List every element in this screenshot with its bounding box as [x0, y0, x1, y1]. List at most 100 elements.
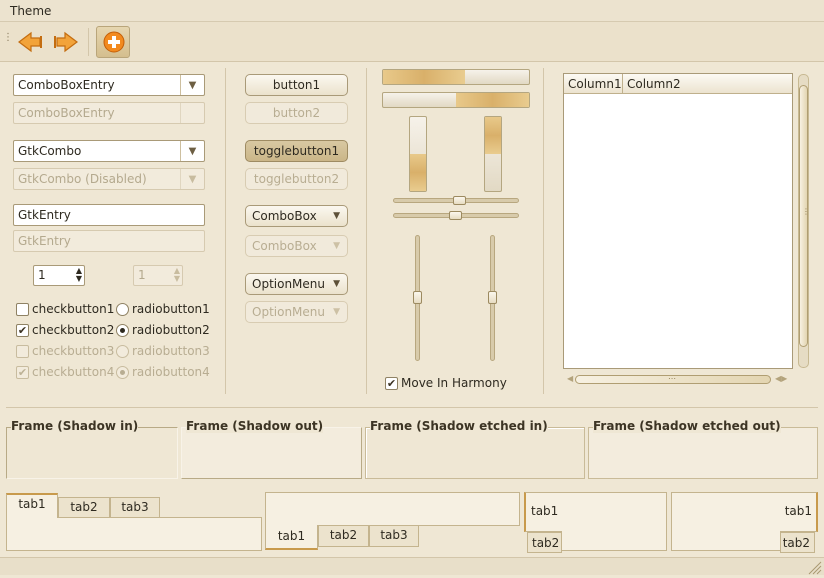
progressbar-h2	[382, 92, 530, 108]
notebook-top-tab1[interactable]: tab1	[6, 493, 58, 518]
togglebutton1[interactable]: togglebutton1	[245, 140, 348, 162]
chevron-down-icon[interactable]: ▼	[180, 75, 204, 95]
spinbutton-value: 1	[38, 268, 46, 282]
add-button[interactable]	[96, 26, 130, 58]
checkbutton2-label[interactable]: checkbutton2	[32, 323, 114, 337]
progressbar-v1	[409, 116, 427, 192]
progressbar-h2-fill	[456, 93, 529, 107]
menubar: Theme	[0, 0, 824, 22]
toolbar-grip-icon[interactable]: ⋮	[3, 33, 13, 46]
frame-shadow-etched-out-title: Frame (Shadow etched out)	[593, 419, 781, 433]
optionmenu-disabled: OptionMenu ▼	[245, 301, 348, 323]
notebook-bottom-tab3[interactable]: tab3	[369, 525, 419, 547]
checkbutton3-box	[16, 345, 29, 358]
menu-theme[interactable]: Theme	[10, 4, 51, 18]
button1[interactable]: button1	[245, 74, 348, 96]
forward-button[interactable]	[52, 28, 80, 56]
tree-view[interactable]: Column1 Column2	[563, 73, 793, 369]
radiobutton4-circle	[116, 366, 129, 379]
tree-vscroll-thumb[interactable]: ⋮	[799, 85, 810, 347]
checkbutton2-box[interactable]: ✔	[16, 324, 29, 337]
comboboxentry-text: ComboBoxEntry	[18, 78, 115, 92]
frame-shadow-etched-out	[588, 427, 818, 479]
harmony-checkbox[interactable]: ✔	[385, 377, 398, 390]
tree-hscrollbar[interactable]: ◀ ⋯ ◀▶	[563, 374, 793, 385]
notebook-bottom-tab2[interactable]: tab2	[318, 525, 369, 547]
notebook-left-tab1[interactable]: tab1	[524, 492, 562, 532]
radiobutton3-circle	[116, 345, 129, 358]
checkbutton1-label[interactable]: checkbutton1	[32, 302, 114, 316]
toolbar-separator	[88, 28, 89, 56]
frame-shadow-in-title: Frame (Shadow in)	[11, 419, 139, 433]
tree-column2-header[interactable]: Column2	[622, 74, 792, 94]
checkbutton4-box: ✔	[16, 366, 29, 379]
chevron-down-icon: ▼	[333, 241, 340, 251]
gtkentry-text: GtkEntry	[18, 208, 71, 222]
vscale1-slider[interactable]	[413, 291, 422, 304]
combobox-text: ComboBox	[252, 209, 317, 223]
chevron-down-icon[interactable]: ▼	[180, 141, 204, 161]
combobox-disabled-text: ComboBox	[252, 239, 317, 253]
gtkentry[interactable]: GtkEntry	[13, 204, 205, 226]
progressbar-h1	[382, 69, 530, 85]
spinbutton[interactable]: 1 ▲ ▼	[33, 265, 85, 286]
add-icon	[103, 31, 125, 53]
arrow-right-icon	[54, 31, 78, 53]
chevron-down-icon: ▼	[333, 307, 340, 317]
comboboxentry[interactable]: ComboBoxEntry ▼	[13, 74, 205, 96]
notebook-right-tab2[interactable]: tab2	[780, 532, 815, 553]
gtkentry-disabled: GtkEntry	[13, 230, 205, 252]
notebook-top-tab3[interactable]: tab3	[110, 497, 160, 518]
optionmenu-text: OptionMenu	[252, 277, 325, 291]
resize-grip-icon[interactable]	[806, 559, 822, 575]
notebook-bottom-tab1[interactable]: tab1	[265, 525, 318, 550]
progressbar-v1-fill	[410, 154, 426, 191]
chevron-down-icon: ▼	[333, 279, 340, 289]
back-button[interactable]	[16, 28, 44, 56]
tree-vscrollbar[interactable]: ⋮	[798, 74, 810, 368]
vscale2-slider[interactable]	[488, 291, 497, 304]
harmony-label[interactable]: Move In Harmony	[401, 376, 507, 390]
progressbar-h1-fill	[383, 70, 465, 84]
optionmenu[interactable]: OptionMenu ▼	[245, 273, 348, 295]
radiobutton2-circle[interactable]	[116, 324, 129, 337]
column-separator	[225, 68, 226, 394]
frame-shadow-etched-in-title: Frame (Shadow etched in)	[370, 419, 548, 433]
comboboxentry-disabled: ComboBoxEntry	[13, 102, 205, 124]
spin-arrows-icon: ▲ ▼	[173, 266, 180, 283]
radiobutton1-label[interactable]: radiobutton1	[132, 302, 210, 316]
radiobutton1-circle[interactable]	[116, 303, 129, 316]
comboboxentry-disabled-text: ComboBoxEntry	[18, 106, 115, 120]
section-separator	[6, 407, 818, 408]
hscale2-slider[interactable]	[449, 211, 462, 220]
combobox-disabled: ComboBox ▼	[245, 235, 348, 257]
column-separator	[366, 68, 367, 394]
notebook-left-page	[561, 492, 667, 551]
button2: button2	[245, 102, 348, 124]
tree-hscroll-thumb[interactable]: ⋯	[575, 374, 771, 384]
scroll-right-icon[interactable]: ◀▶	[775, 374, 787, 383]
tree-column1-header[interactable]: Column1	[564, 74, 622, 94]
chevron-down-icon: ▼	[180, 169, 204, 189]
radiobutton2-label[interactable]: radiobutton2	[132, 323, 210, 337]
gtkcombo-disabled: GtkCombo (Disabled) ▼	[13, 168, 205, 190]
notebook-right-page	[671, 492, 781, 551]
notebook-right-tab1[interactable]: tab1	[780, 492, 818, 532]
hscale1-slider[interactable]	[453, 196, 466, 205]
frame-shadow-out-title: Frame (Shadow out)	[186, 419, 324, 433]
combobox[interactable]: ComboBox ▼	[245, 205, 348, 227]
column-separator	[543, 68, 544, 394]
notebook-top-page	[6, 517, 262, 551]
progressbar-v2-fill	[485, 117, 501, 154]
gtkcombo[interactable]: GtkCombo ▼	[13, 140, 205, 162]
scroll-left-icon[interactable]: ◀	[567, 374, 573, 383]
gtkcombo-disabled-text: GtkCombo (Disabled)	[18, 172, 147, 186]
frame-shadow-in	[6, 427, 178, 479]
checkbutton1-box[interactable]	[16, 303, 29, 316]
spin-arrows-icon[interactable]: ▲ ▼	[76, 267, 82, 283]
optionmenu-disabled-text: OptionMenu	[252, 305, 325, 319]
notebook-left-tab2[interactable]: tab2	[527, 532, 562, 553]
statusbar	[0, 557, 824, 575]
radiobutton4-label: radiobutton4	[132, 365, 210, 379]
notebook-top-tab2[interactable]: tab2	[58, 497, 110, 518]
